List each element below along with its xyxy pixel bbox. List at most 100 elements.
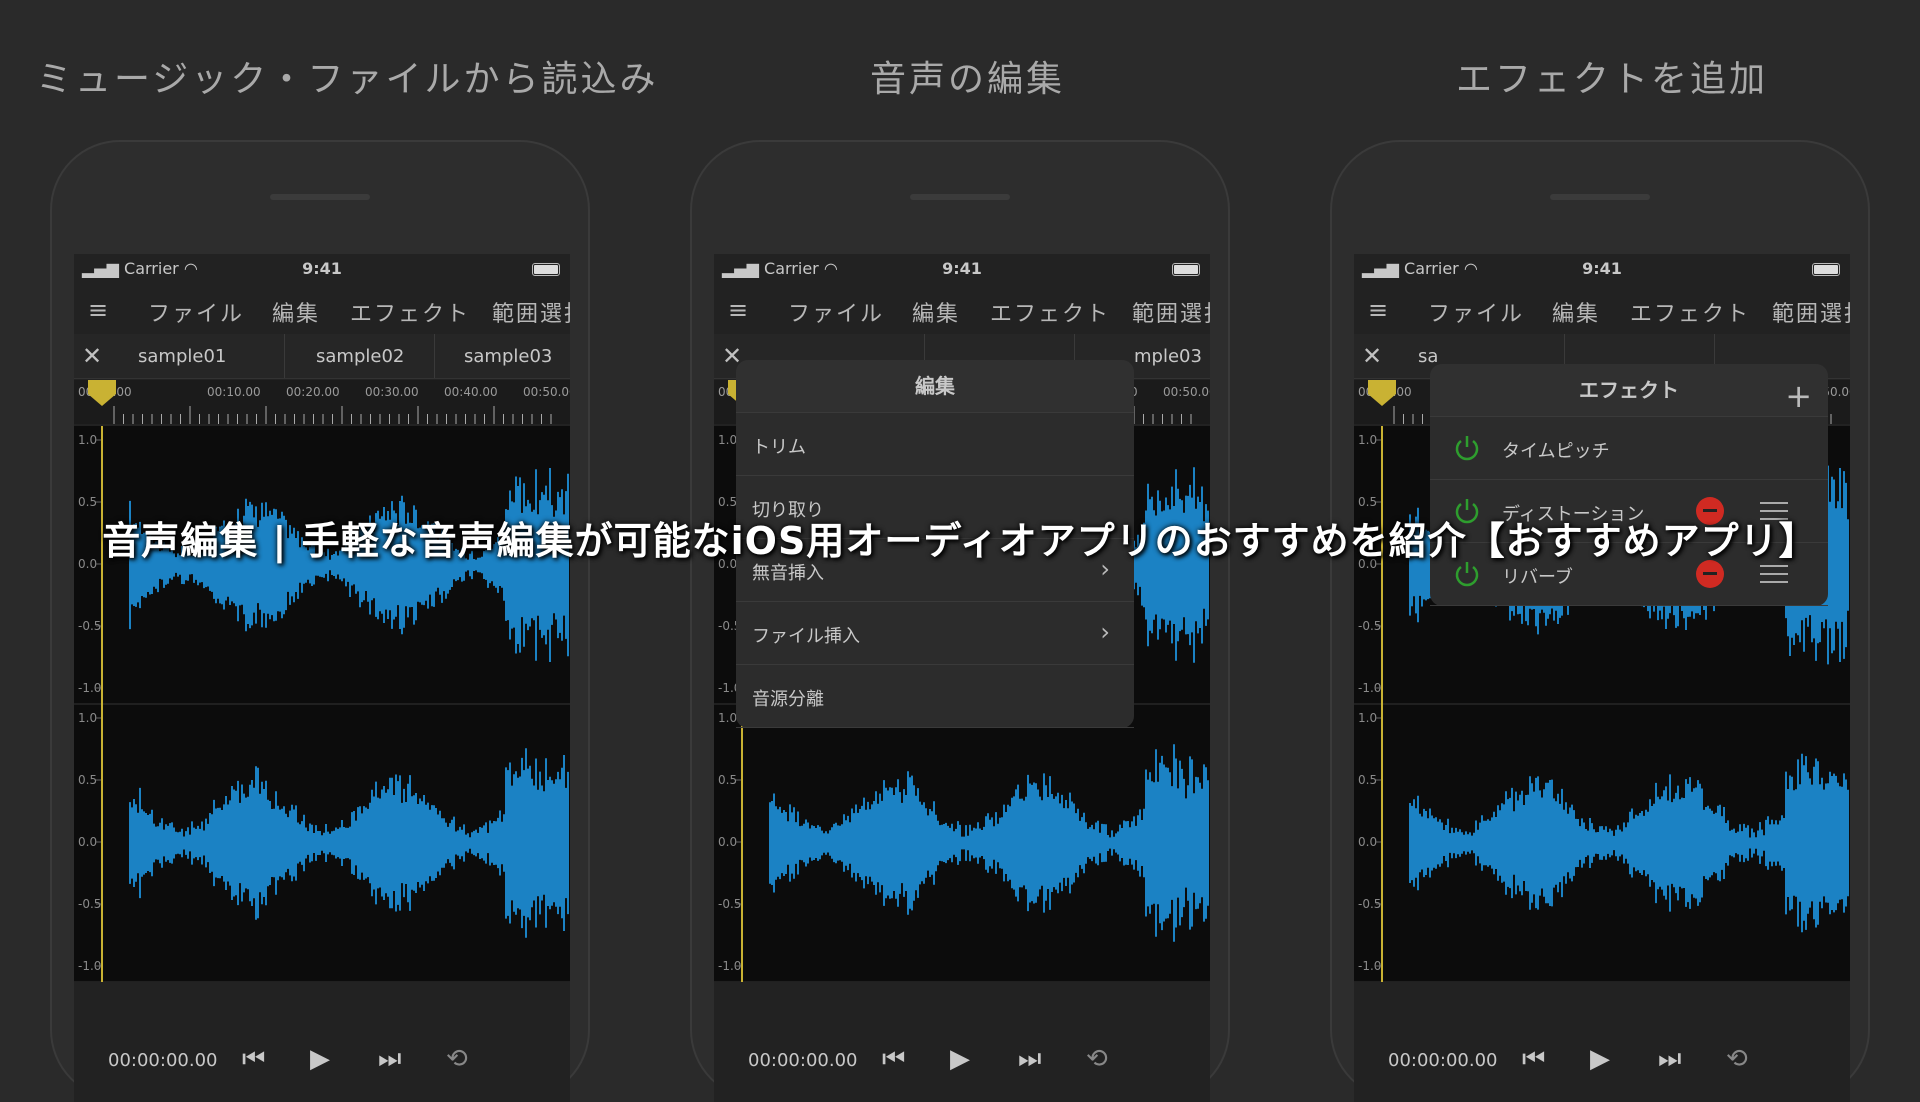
ruler-ticks: 00:00.0000:10.0000:20.0000:30.0000:40.00…: [78, 380, 570, 424]
menu-file[interactable]: ファイル: [788, 296, 884, 328]
app-screen: ▂▄▆ Carrier ◠ 9:41 ≡ ファイル 編集 エフェクト 範囲選択 …: [714, 254, 1210, 1102]
clock: 9:41: [302, 259, 342, 278]
reorder-handle-icon[interactable]: [1760, 565, 1788, 583]
hamburger-icon[interactable]: ≡: [728, 296, 748, 324]
close-icon[interactable]: ✕: [1362, 342, 1382, 370]
menu-range[interactable]: 範囲選択: [1132, 296, 1210, 328]
menu-effect[interactable]: エフェクト: [1630, 296, 1750, 328]
edit-menu-item[interactable]: ファイル挿入 ›: [736, 602, 1134, 665]
status-bar: ▂▄▆ Carrier ◠ 9:41: [1354, 254, 1850, 282]
phone-frame-1: ▂▄▆ Carrier ◠ 9:41 ≡ ファイル 編集 エフェクト 範囲選択 …: [50, 140, 590, 1102]
repeat-icon[interactable]: ⟲: [446, 1044, 468, 1074]
menu-effect[interactable]: エフェクト: [990, 296, 1110, 328]
amplitude-label: 1.0: [78, 433, 97, 447]
hamburger-icon[interactable]: ≡: [1368, 296, 1388, 324]
effect-item-label: リバーブ: [1502, 567, 1573, 588]
time-ruler[interactable]: 00:00.0000:10.0000:20.0000:30.0000:40.00…: [74, 380, 570, 424]
menu-effect[interactable]: エフェクト: [350, 296, 470, 328]
menu-range[interactable]: 範囲選択: [1772, 296, 1850, 328]
file-tabs: ✕ sample01 sample02 sample03: [74, 334, 570, 379]
edit-menu-item-label: トリム: [752, 437, 806, 458]
signal-icon: ▂▄▆: [722, 259, 759, 278]
tab-divider: [434, 334, 435, 378]
app-screen: ▂▄▆ Carrier ◠ 9:41 ≡ ファイル 編集 エフェクト 範囲選択 …: [74, 254, 570, 1102]
clock: 9:41: [942, 259, 982, 278]
repeat-icon[interactable]: ⟲: [1726, 1044, 1748, 1074]
effect-menu-header: エフェクト +: [1430, 364, 1828, 417]
skip-forward-icon[interactable]: ⏭: [378, 1044, 401, 1075]
effect-item-label: タイムピッチ: [1502, 441, 1610, 462]
close-icon[interactable]: ✕: [82, 342, 102, 370]
speaker-grille: [270, 194, 370, 200]
edit-menu-item-label: ファイル挿入: [752, 626, 860, 647]
menu-file[interactable]: ファイル: [148, 296, 244, 328]
amplitude-label: 0.0: [718, 835, 737, 849]
skip-back-icon[interactable]: ⏮: [882, 1044, 905, 1075]
transport-bar: 00:00:00.00 ⏮ ▶ ⏭ ⟲: [1354, 992, 1850, 1102]
tab-partial-label[interactable]: mple03: [1134, 346, 1202, 367]
waveform-channel: [1409, 753, 1849, 933]
status-bar: ▂▄▆ Carrier ◠ 9:41: [74, 254, 570, 282]
skip-forward-icon[interactable]: ⏭: [1018, 1044, 1041, 1075]
timecode-display: 00:00:00.00: [108, 1050, 218, 1071]
amplitude-label: 0.5: [1358, 495, 1377, 509]
tab-divider: [284, 334, 285, 378]
speaker-grille: [910, 194, 1010, 200]
hamburger-icon[interactable]: ≡: [88, 296, 108, 324]
skip-forward-icon[interactable]: ⏭: [1658, 1044, 1681, 1075]
wifi-icon: ◠: [183, 259, 198, 278]
play-icon[interactable]: ▶: [310, 1044, 330, 1074]
amplitude-label: 0.5: [78, 495, 97, 509]
waveform-channel: [769, 744, 1209, 942]
phone-frame-2: ▂▄▆ Carrier ◠ 9:41 ≡ ファイル 編集 エフェクト 範囲選択 …: [690, 140, 1230, 1102]
chevron-right-icon: ›: [1100, 618, 1110, 646]
skip-back-icon[interactable]: ⏮: [242, 1044, 265, 1075]
headline-banner: 音声編集 | 手軽な音声編集が可能なiOS用オーディオアプリのおすすめを紹介【お…: [102, 519, 1818, 563]
tab-sample01[interactable]: sample01: [138, 346, 226, 367]
edit-menu-item[interactable]: トリム: [736, 413, 1134, 476]
menu-bar: ≡ ファイル 編集 エフェクト 範囲選択: [714, 286, 1210, 330]
page: { "captions":["ミュージック・ファイルから読込み","音声の編集"…: [0, 0, 1920, 1102]
amplitude-label: 0.0: [78, 835, 97, 849]
menu-file[interactable]: ファイル: [1428, 296, 1524, 328]
menu-edit[interactable]: 編集: [1552, 296, 1600, 328]
amplitude-label: 0.5: [718, 495, 737, 509]
menu-bar: ≡ ファイル 編集 エフェクト 範囲選択: [1354, 286, 1850, 330]
amplitude-label: 1.0: [718, 433, 737, 447]
amplitude-label: 0.0: [1358, 835, 1377, 849]
repeat-icon[interactable]: ⟲: [1086, 1044, 1108, 1074]
edit-menu-item[interactable]: 音源分離: [736, 665, 1134, 728]
play-icon[interactable]: ▶: [950, 1044, 970, 1074]
battery-icon: [1812, 263, 1840, 276]
effect-item[interactable]: タイムピッチ: [1430, 417, 1828, 480]
ruler-label: 00:10.00: [207, 385, 261, 399]
play-icon[interactable]: ▶: [1590, 1044, 1610, 1074]
battery-icon: [1172, 263, 1200, 276]
amplitude-label: 1.0: [718, 711, 737, 725]
playhead-marker: [88, 380, 116, 406]
status-bar: ▂▄▆ Carrier ◠ 9:41: [714, 254, 1210, 282]
signal-icon: ▂▄▆: [1362, 259, 1399, 278]
wifi-icon: ◠: [823, 259, 838, 278]
skip-back-icon[interactable]: ⏮: [1522, 1044, 1545, 1075]
menu-edit[interactable]: 編集: [272, 296, 320, 328]
tab-partial-label[interactable]: sa: [1418, 346, 1438, 367]
menu-range[interactable]: 範囲選択: [492, 296, 570, 328]
caption-edit: 音声の編集: [870, 59, 1066, 100]
power-icon[interactable]: [1452, 433, 1482, 463]
ruler-label: 00:20.00: [286, 385, 340, 399]
menu-edit[interactable]: 編集: [912, 296, 960, 328]
tab-sample03[interactable]: sample03: [464, 346, 552, 367]
caption-effect: エフェクトを追加: [1456, 59, 1769, 100]
waveform-channel: [129, 748, 569, 938]
edit-menu-item-label: 音源分離: [752, 689, 824, 710]
app-screen: ▂▄▆ Carrier ◠ 9:41 ≡ ファイル 編集 エフェクト 範囲選択 …: [1354, 254, 1850, 1102]
tab-sample02[interactable]: sample02: [316, 346, 404, 367]
menu-bar: ≡ ファイル 編集 エフェクト 範囲選択: [74, 286, 570, 330]
add-effect-icon[interactable]: +: [1785, 370, 1812, 422]
ruler-label: 00:40.00: [444, 385, 498, 399]
timecode-display: 00:00:00.00: [748, 1050, 858, 1071]
waveform-channel: [129, 468, 569, 662]
edit-menu-title: 編集: [736, 360, 1134, 413]
battery-icon: [532, 263, 560, 276]
